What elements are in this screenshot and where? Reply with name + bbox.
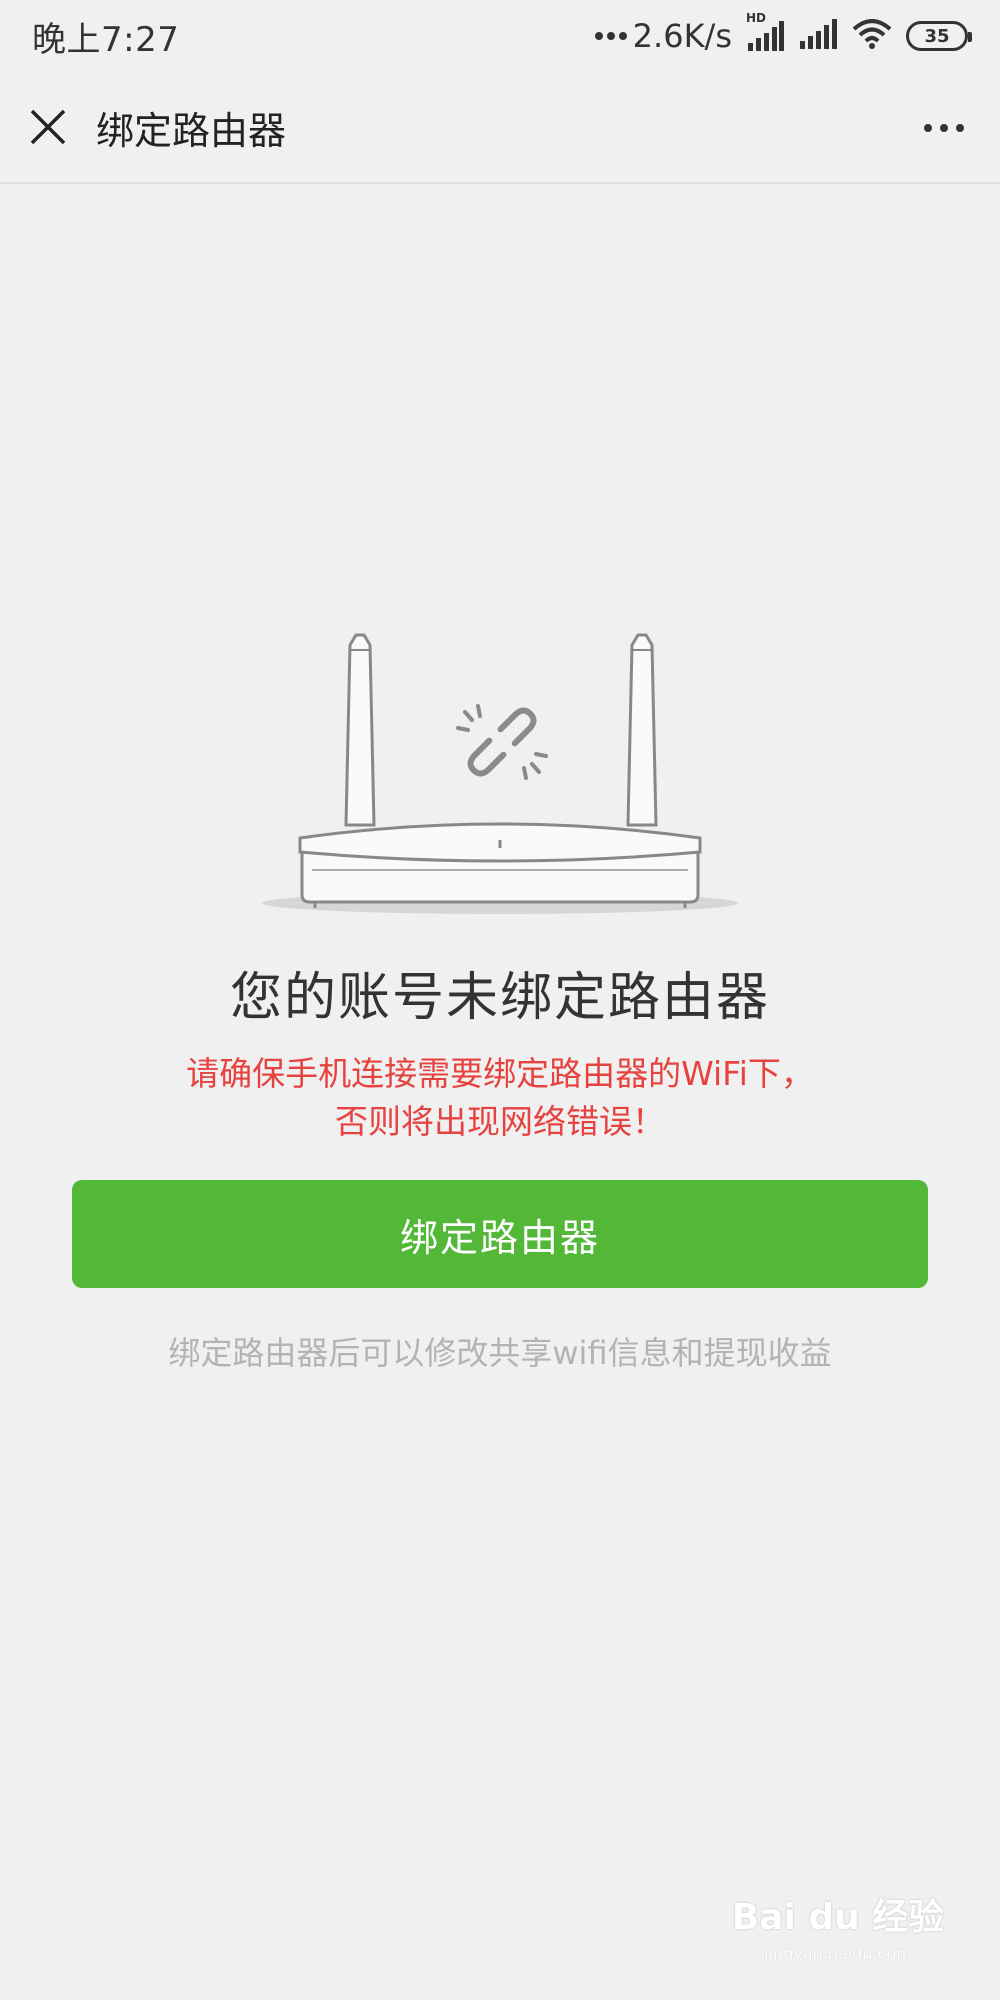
status-bar: 晚上7:27 2.6K/s HD 35: [0, 0, 1000, 72]
wifi-icon: [852, 19, 892, 53]
more-icon-dot: [924, 124, 932, 132]
watermark-sub: jingyan.baidu.com: [764, 1944, 912, 1963]
hd-label: HD: [746, 11, 767, 25]
signal-hd-icon: HD: [746, 11, 784, 51]
network-speed: 2.6K/s: [594, 17, 732, 55]
warning-line-1: 请确保手机连接需要绑定路由器的WiFi下，: [186, 1054, 814, 1093]
battery-icon: 35: [906, 21, 972, 51]
baidu-jingyan-watermark: Bai du 经验 jingyan.baidu.com: [728, 1888, 948, 1978]
battery-level: 35: [924, 25, 950, 47]
status-time: 晚上7:27: [32, 19, 180, 60]
network-speed-value: 2.6K/s: [632, 17, 732, 55]
hint-text: 绑定路由器后可以修改共享wifi信息和提现收益: [168, 1334, 832, 1372]
close-button[interactable]: [0, 71, 96, 183]
router-unlinked-illustration: [250, 620, 750, 920]
page-title: 绑定路由器: [96, 108, 287, 153]
headline: 您的账号未绑定路由器: [229, 968, 770, 1028]
warning-line-2: 否则将出现网络错误！: [335, 1102, 665, 1141]
bind-router-button[interactable]: 绑定路由器: [72, 1180, 928, 1288]
more-icon-dot: [956, 124, 964, 132]
signal-icon: [798, 19, 838, 53]
watermark-main: Bai du 经验: [731, 1897, 945, 1938]
more-icon-dot: [940, 124, 948, 132]
nav-bar: 绑定路由器: [0, 72, 1000, 184]
close-icon: [30, 109, 66, 145]
more-button[interactable]: [912, 100, 976, 156]
status-right: 2.6K/s HD 35: [594, 11, 972, 55]
dots-icon: [594, 32, 627, 40]
warning-text: 请确保手机连接需要绑定路由器的WiFi下， 否则将出现网络错误！: [0, 1050, 1000, 1146]
